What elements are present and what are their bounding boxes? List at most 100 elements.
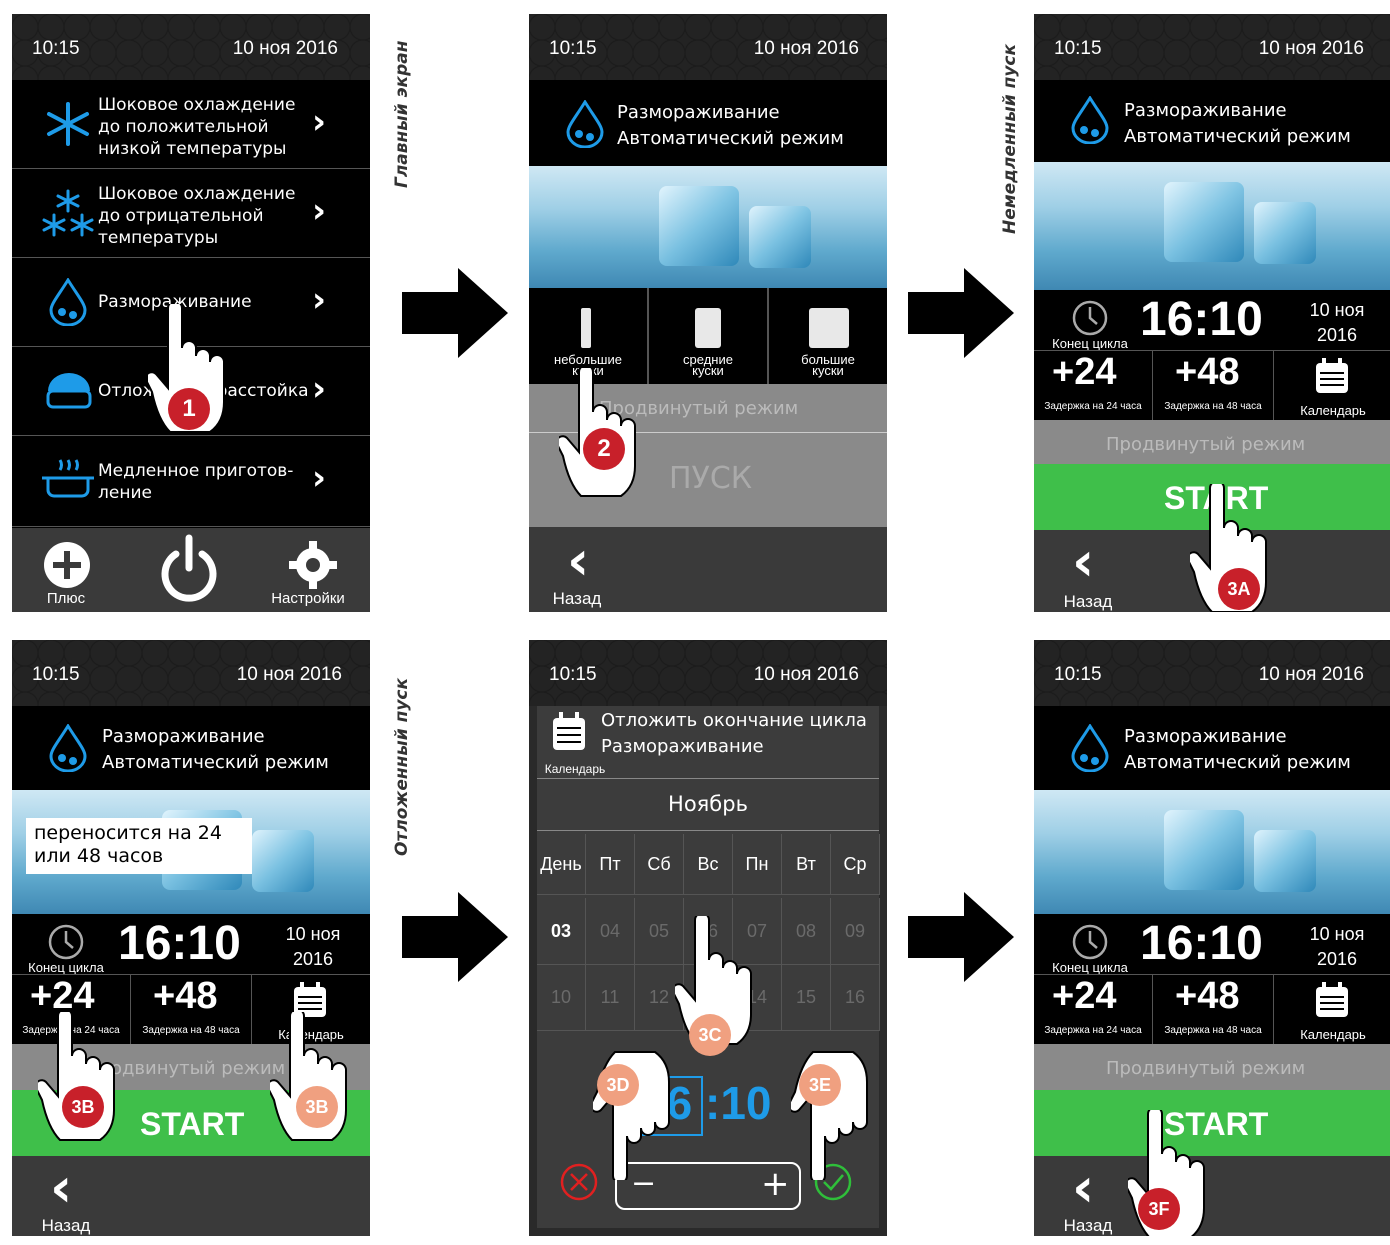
status-time: 10:15 [549, 38, 597, 59]
back-label: Назад [1063, 592, 1113, 611]
day-cell[interactable]: 04 [586, 898, 635, 965]
cycle-end-label: Конец цикла [1052, 960, 1128, 975]
delay-24-button[interactable]: +24 Задержка на 24 часа [1034, 351, 1153, 421]
side-label-delayed: Отложенный пуск [392, 677, 412, 856]
calendar-button[interactable]: Календарь [1274, 351, 1390, 421]
menu-item-shock-negative[interactable]: Шоковое охлаждение до отрицательной темп… [12, 169, 370, 258]
day-cell[interactable]: 03 [537, 898, 586, 965]
delay-callout: переносится на 24 или 48 часов [26, 818, 252, 874]
water-drop-icon [49, 724, 87, 772]
pot-icon [42, 459, 94, 498]
settings-label: Настройки [271, 590, 345, 607]
status-bar: 10:15 10 ноя 2016 [529, 640, 887, 706]
start-button[interactable]: START [1034, 1090, 1390, 1156]
cycle-end-row: Конец цикла 16:10 10 ноя 2016 [1034, 290, 1390, 351]
size-label: средние куски [683, 352, 733, 378]
status-time: 10:15 [549, 664, 597, 685]
delay-48-value: +48 [153, 975, 218, 1017]
status-date: 10 ноя 2016 [1258, 38, 1364, 59]
cycle-end-time: 16:10 [1140, 293, 1263, 346]
menu-item-label: Шоковое охлаждение до положительной низк… [98, 95, 296, 159]
screen-immediate-start: 10:15 10 ноя 2016 Размораживание Автомат… [1034, 14, 1390, 612]
cycle-end-row: Конец цикла 16:10 10 ноя 2016 [1034, 914, 1390, 975]
pointing-hand-icon [38, 1012, 115, 1141]
back-arrow-icon[interactable]: ‹ [567, 529, 589, 592]
clock-icon [1072, 300, 1108, 336]
step-badge: 3F [1138, 1188, 1180, 1230]
bottom-bar: ‹ Назад [1034, 1156, 1390, 1236]
weekday-cell: Вс [684, 834, 733, 895]
advanced-mode-label: Продвинутый режим [1106, 1058, 1306, 1079]
bottom-bar: ‹ Назад [12, 1156, 370, 1236]
weekday-cell: Сб [635, 834, 684, 895]
screen-main: 10:15 10 ноя 2016 Шоковое охлаждение до … [12, 14, 370, 612]
chevron-right-icon: › [312, 280, 327, 320]
cycle-end-time: 16:10 [118, 917, 241, 970]
advanced-mode-button[interactable]: Продвинутый режим [1034, 420, 1390, 464]
chevron-right-icon: › [312, 458, 327, 498]
calendar-button[interactable]: Календарь [1274, 975, 1390, 1045]
back-arrow-icon[interactable]: ‹ [50, 1156, 72, 1219]
step-badge: 3E [799, 1064, 841, 1106]
status-time: 10:15 [1054, 38, 1102, 59]
screen-delayed-confirmed: 10:15 10 ноя 2016 Размораживание Автомат… [1034, 640, 1390, 1236]
size-medium[interactable]: средние куски [649, 288, 769, 384]
time-minute[interactable]: :10 [705, 1076, 771, 1130]
day-cell[interactable]: 16 [831, 964, 880, 1031]
menu-item-shock-positive[interactable]: Шоковое охлаждение до положительной низк… [12, 80, 370, 169]
delay-48-button[interactable]: +48 Задержка на 48 часа [1153, 975, 1274, 1045]
day-cell[interactable]: 10 [537, 964, 586, 1031]
screen-defrost-sizes: 10:15 10 ноя 2016 Размораживание Автомат… [529, 14, 887, 612]
chevron-right-icon: › [312, 191, 327, 231]
snowflake-icon [47, 102, 89, 146]
menu-item-label: Медленное приготов-ление [98, 461, 294, 503]
water-drop-icon [566, 100, 604, 148]
size-large[interactable]: большие куски [769, 288, 887, 384]
day-cell[interactable]: 15 [782, 964, 831, 1031]
chevron-right-icon: › [312, 102, 327, 142]
power-icon[interactable] [158, 534, 220, 604]
status-date: 10 ноя 2016 [236, 664, 342, 685]
status-bar: 10:15 10 ноя 2016 [12, 640, 370, 706]
plus-button[interactable]: + [761, 1164, 790, 1204]
status-date: 10 ноя 2016 [1258, 664, 1364, 685]
mode-header: Размораживание Автоматический режим [529, 80, 887, 166]
status-time: 10:15 [32, 38, 80, 59]
water-drop-icon [1071, 96, 1109, 144]
gear-icon[interactable] [288, 540, 338, 590]
day-cell[interactable]: 09 [831, 898, 880, 965]
step-badge: 1 [168, 388, 210, 430]
pointing-hand-icon [593, 1051, 670, 1180]
back-arrow-icon[interactable]: ‹ [1072, 1156, 1094, 1219]
ice-photo [1034, 162, 1390, 290]
delay-48-value: +48 [1175, 351, 1240, 393]
delay-48-label: Задержка на 48 часа [1164, 1025, 1262, 1036]
chevron-right-icon: › [312, 369, 327, 409]
start-label: ПУСК [669, 461, 753, 496]
pointing-hand-icon [791, 1051, 868, 1180]
cycle-end-label: Конец цикла [28, 960, 104, 975]
calendar-label: Календарь [1300, 1027, 1366, 1042]
menu-item-label: Шоковое охлаждение до отрицательной темп… [98, 184, 296, 248]
mode-subtitle: Автоматический режим [1124, 752, 1351, 773]
delay-48-button[interactable]: +48 Задержка на 48 часа [131, 975, 252, 1045]
plus-button[interactable] [44, 542, 90, 588]
day-cell[interactable]: 11 [586, 964, 635, 1031]
delay-48-label: Задержка на 48 часа [1164, 401, 1262, 412]
size-label: большие куски [801, 352, 855, 378]
arrow-right-icon [402, 892, 508, 982]
day-cell[interactable]: 08 [782, 898, 831, 965]
advanced-mode-button[interactable]: Продвинутый режим [1034, 1044, 1390, 1090]
divider [537, 778, 879, 779]
delay-24-value: +24 [1052, 351, 1117, 393]
menu-item-slow-cook[interactable]: Медленное приготов-ление › [12, 436, 370, 527]
calendar-label: Календарь [1300, 403, 1366, 418]
step-badge: 3B [296, 1086, 338, 1128]
delay-48-button[interactable]: +48 Задержка на 48 часа [1153, 351, 1274, 421]
step-badge: 3B [62, 1086, 104, 1128]
delay-24-button[interactable]: +24 Задержка на 24 часа [1034, 975, 1153, 1045]
back-arrow-icon[interactable]: ‹ [1072, 530, 1094, 593]
cycle-end-label: Конец цикла [1052, 336, 1128, 351]
multi-snowflake-icon [42, 189, 94, 237]
mode-subtitle: Автоматический режим [102, 752, 329, 773]
